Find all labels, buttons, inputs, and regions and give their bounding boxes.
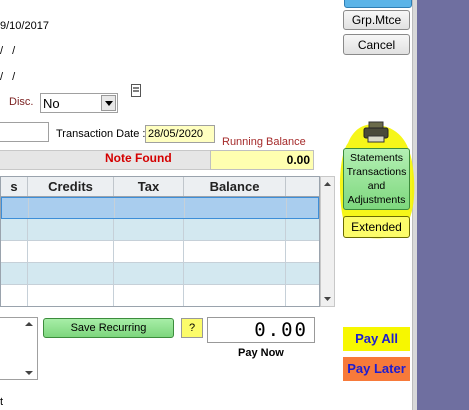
bottom-label-fragment: t [0, 396, 4, 408]
blank-date-field-1[interactable]: / / [0, 45, 18, 57]
table-row[interactable] [1, 241, 319, 263]
table-row[interactable] [1, 285, 319, 306]
background-panel [417, 0, 469, 410]
scroll-down-icon[interactable] [23, 369, 35, 377]
date-fragment: 9/10/2017 [0, 20, 49, 32]
save-recurring-button[interactable]: Save Recurring [43, 318, 174, 338]
scroll-down-icon[interactable] [321, 294, 334, 304]
list-icon[interactable] [131, 84, 141, 97]
table-row[interactable] [1, 263, 319, 285]
pay-all-button[interactable]: Pay All [343, 327, 410, 351]
help-button[interactable]: ? [181, 318, 203, 338]
running-balance-value: 0.00 [210, 150, 314, 170]
column-header-extra [286, 177, 319, 196]
column-header-tax[interactable]: Tax [114, 177, 184, 196]
column-header-credits[interactable]: Credits [28, 177, 114, 196]
statements-button[interactable]: Statements Transactions and Adjustments [343, 148, 410, 210]
partial-top-button[interactable] [344, 0, 412, 8]
column-header-balance[interactable]: Balance [184, 177, 286, 196]
table-row[interactable] [1, 197, 319, 219]
extended-button[interactable]: Extended [343, 216, 410, 238]
disc-select-value: No [43, 96, 60, 111]
disc-select[interactable]: No [40, 93, 118, 113]
cancel-button[interactable]: Cancel [343, 34, 410, 55]
note-found-label[interactable]: Note Found [105, 151, 172, 165]
running-balance-label: Running Balance [222, 136, 306, 148]
printer-icon[interactable] [363, 121, 389, 143]
transaction-date-input[interactable]: 28/05/2020 [145, 125, 215, 143]
table-row[interactable] [1, 219, 319, 241]
transaction-date-label: Transaction Date : [56, 128, 146, 140]
grp-mtce-button[interactable]: Grp.Mtce [343, 10, 410, 30]
transactions-grid[interactable]: s Credits Tax Balance [0, 176, 320, 307]
pay-later-button[interactable]: Pay Later [343, 357, 410, 381]
statements-button-label: Statements Transactions and Adjustments [346, 152, 407, 206]
pay-now-label: Pay Now [238, 347, 284, 359]
grid-header: s Credits Tax Balance [1, 177, 319, 197]
blank-date-field-2[interactable]: / / [0, 71, 18, 83]
disc-label: Disc. [9, 96, 34, 108]
reference-input[interactable] [0, 122, 49, 142]
pay-now-amount[interactable]: 0.00 [207, 317, 315, 343]
column-header-debits[interactable]: s [1, 177, 28, 196]
chevron-down-icon[interactable] [101, 95, 116, 111]
scroll-up-icon[interactable] [23, 320, 35, 328]
notes-textarea[interactable] [0, 317, 38, 380]
